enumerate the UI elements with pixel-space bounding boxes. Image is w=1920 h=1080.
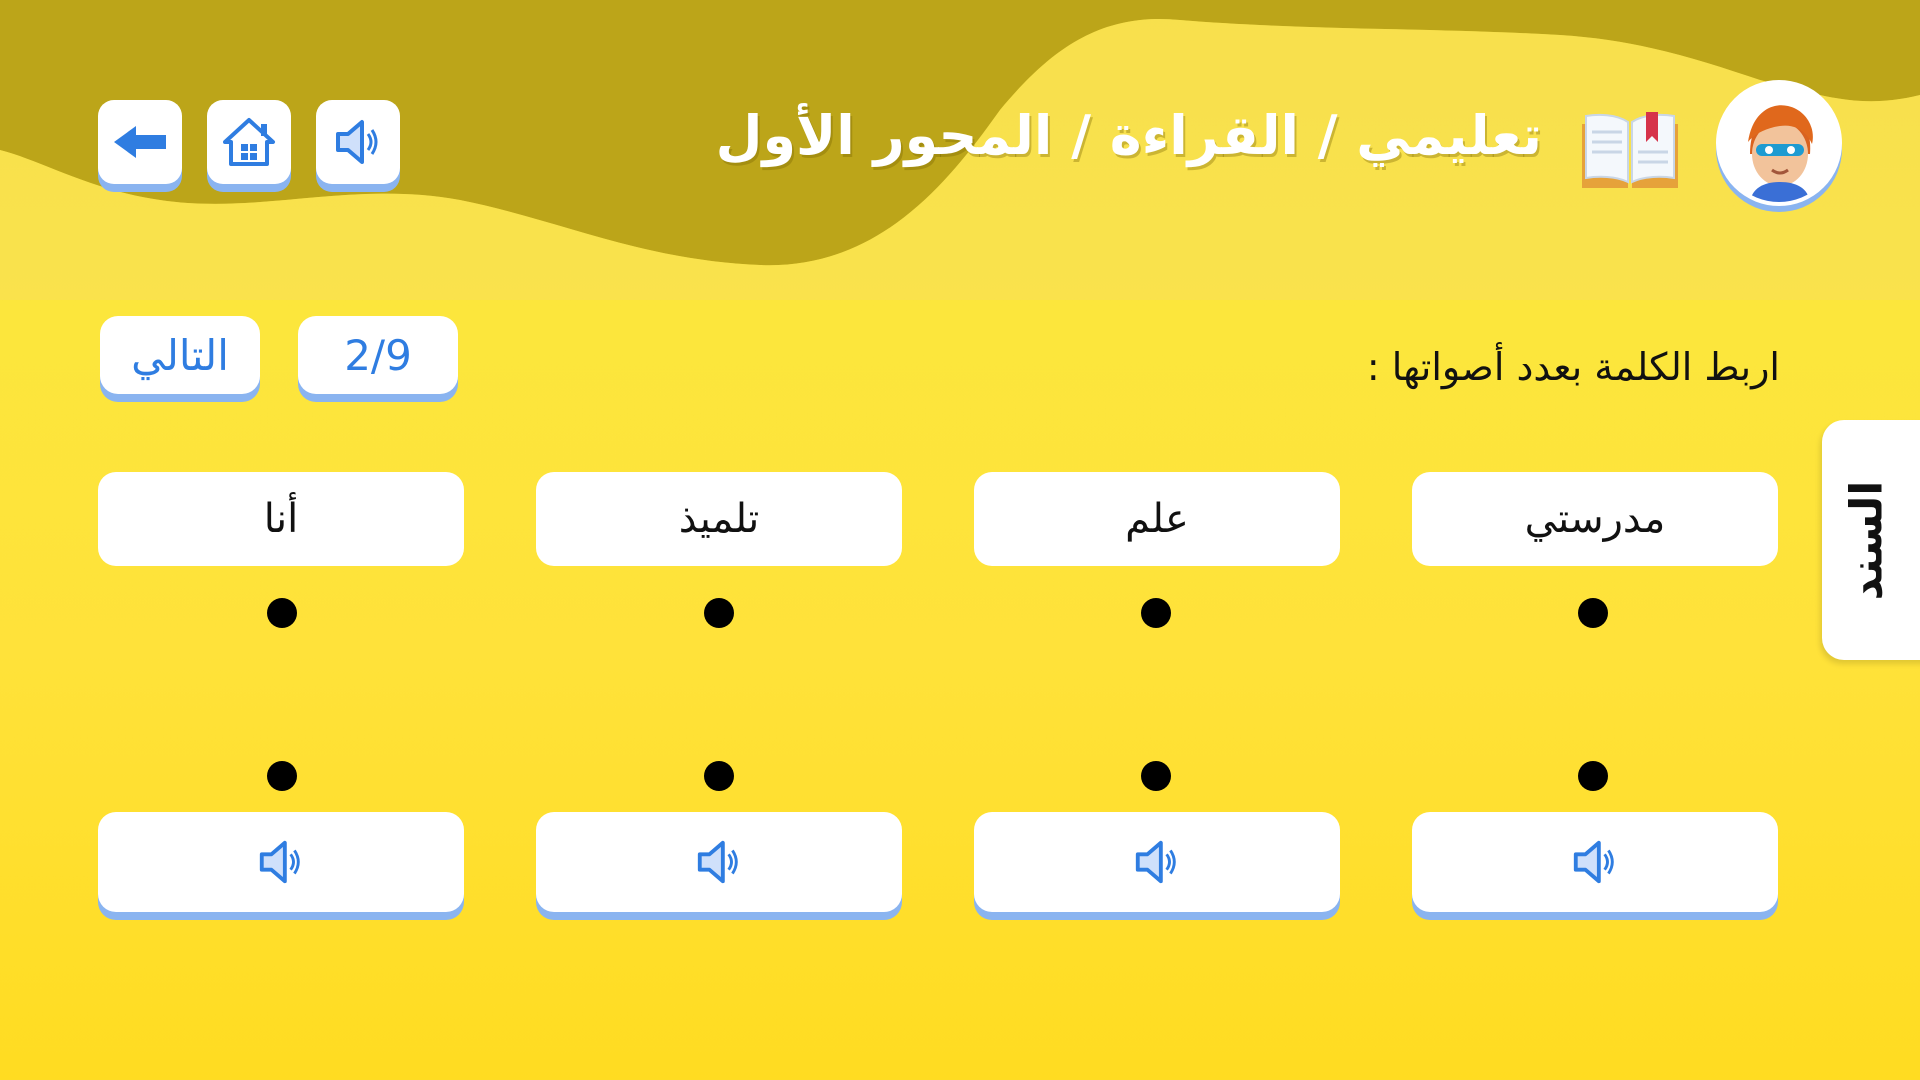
open-book-icon bbox=[1582, 112, 1678, 188]
audio-connector-dot[interactable] bbox=[1141, 761, 1171, 791]
audio-card[interactable] bbox=[1412, 812, 1778, 912]
home-icon bbox=[223, 118, 275, 166]
progress-counter: 2/9 bbox=[298, 316, 458, 394]
word-card[interactable]: مدرستي bbox=[1412, 472, 1778, 566]
word-connector-dot[interactable] bbox=[1578, 598, 1608, 628]
word-card[interactable]: تلميذ bbox=[536, 472, 902, 566]
speaker-icon bbox=[1135, 840, 1176, 884]
book-emblem bbox=[1578, 108, 1682, 192]
word-connector-dot[interactable] bbox=[267, 598, 297, 628]
speaker-icon bbox=[697, 840, 738, 884]
side-tab-label: السند bbox=[1841, 480, 1893, 600]
next-button[interactable]: التالي bbox=[100, 316, 260, 394]
speaker-icon bbox=[336, 120, 378, 164]
word-connector-dot[interactable] bbox=[704, 598, 734, 628]
audio-card[interactable] bbox=[536, 812, 902, 912]
audio-connector-dot[interactable] bbox=[704, 761, 734, 791]
exercise-instruction: اربط الكلمة بعدد أصواتها : bbox=[1366, 345, 1780, 389]
word-card[interactable]: أنا bbox=[98, 472, 464, 566]
student-avatar-icon bbox=[1720, 84, 1838, 202]
audio-connector-dot[interactable] bbox=[1578, 761, 1608, 791]
speaker-icon bbox=[1573, 840, 1614, 884]
audio-card[interactable] bbox=[974, 812, 1340, 912]
arrow-left-icon bbox=[114, 126, 166, 158]
page-title: تعليمي / القراءة / المحور الأول bbox=[715, 104, 1542, 167]
support-side-tab[interactable]: السند bbox=[1822, 420, 1920, 660]
word-card[interactable]: علم bbox=[974, 472, 1340, 566]
audio-card[interactable] bbox=[98, 812, 464, 912]
home-button[interactable] bbox=[207, 100, 291, 184]
back-button[interactable] bbox=[98, 100, 182, 184]
speaker-icon bbox=[259, 840, 300, 884]
student-avatar bbox=[1716, 80, 1842, 206]
sound-button[interactable] bbox=[316, 100, 400, 184]
word-connector-dot[interactable] bbox=[1141, 598, 1171, 628]
audio-connector-dot[interactable] bbox=[267, 761, 297, 791]
